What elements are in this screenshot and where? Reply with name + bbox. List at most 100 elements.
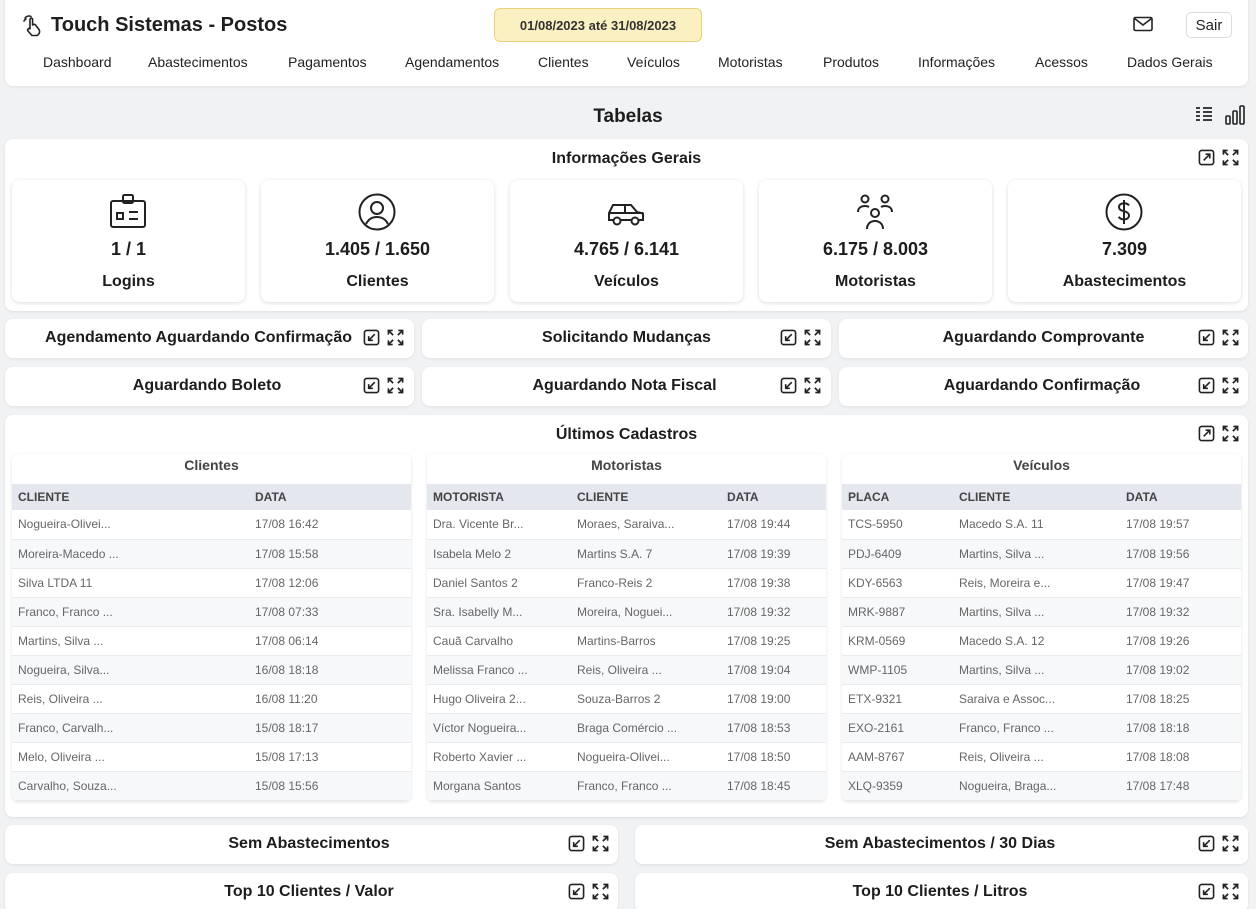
table-cell: Franco, Franco ... <box>12 597 249 627</box>
table-row[interactable]: Franco, Carvalh... 15/08 18:17 <box>12 713 411 743</box>
panel-agendamento[interactable]: Agendamento Aguardando Confirmação <box>5 319 414 358</box>
panel-top-valor[interactable]: Top 10 Clientes / Valor <box>5 873 618 909</box>
expand-icon[interactable] <box>1222 425 1239 442</box>
table-row[interactable]: Nogueira-Olivei... 17/08 16:42 <box>12 510 411 540</box>
panel-nota-fiscal[interactable]: Aguardando Nota Fiscal <box>422 367 831 406</box>
table-row[interactable]: Cauã Carvalho Martins-Barros 17/08 19:25 <box>427 626 826 656</box>
panel-top-litros[interactable]: Top 10 Clientes / Litros <box>635 873 1248 909</box>
collapse-icon[interactable] <box>780 377 797 394</box>
collapse-icon[interactable] <box>568 835 585 852</box>
expand-icon[interactable] <box>592 835 609 852</box>
table-row[interactable]: Franco, Franco ... 17/08 07:33 <box>12 597 411 627</box>
nav-dados-gerais[interactable]: Dados Gerais <box>1127 54 1213 70</box>
table-cell: Saraiva e Assoc... <box>953 684 1120 714</box>
table-row[interactable]: Sra. Isabelly M... Moreira, Noguei... 17/0… <box>427 597 826 627</box>
top-header: Touch Sistemas - Postos 01/08/2023 até 3… <box>5 0 1248 86</box>
open-external-icon[interactable] <box>1198 149 1215 166</box>
expand-icon[interactable] <box>1222 835 1239 852</box>
nav-motoristas[interactable]: Motoristas <box>718 54 783 70</box>
expand-icon[interactable] <box>804 329 821 346</box>
collapse-icon[interactable] <box>1198 835 1215 852</box>
table-row[interactable]: Nogueira, Silva... 16/08 18:18 <box>12 655 411 685</box>
collapse-icon[interactable] <box>568 883 585 900</box>
column-header[interactable]: CLIENTE <box>12 484 249 510</box>
table-row[interactable]: MRK-9887 Martins, Silva ... 17/08 19:32 <box>842 597 1241 627</box>
logout-button[interactable]: Sair <box>1186 12 1232 38</box>
expand-icon[interactable] <box>1222 883 1239 900</box>
panel-sem-abastecimentos[interactable]: Sem Abastecimentos <box>5 825 618 864</box>
table-row[interactable]: TCS-5950 Macedo S.A. 11 17/08 19:57 <box>842 510 1241 540</box>
chart-view-icon[interactable] <box>1224 104 1246 126</box>
column-header[interactable]: DATA <box>1120 484 1241 510</box>
panel-confirmacao[interactable]: Aguardando Confirmação <box>839 367 1248 406</box>
veiculos-label: Veículos <box>594 273 659 290</box>
table-cell: Cauã Carvalho <box>427 626 571 656</box>
nav-dashboard[interactable]: Dashboard <box>43 54 112 70</box>
table-row[interactable]: Melo, Oliveira ... 15/08 17:13 <box>12 742 411 772</box>
table-row[interactable]: PDJ-6409 Martins, Silva ... 17/08 19:56 <box>842 539 1241 569</box>
expand-icon[interactable] <box>1222 329 1239 346</box>
table-row[interactable]: Hugo Oliveira 2... Souza-Barros 2 17/08 19… <box>427 684 826 714</box>
nav-clientes[interactable]: Clientes <box>538 54 589 70</box>
nav-acessos[interactable]: Acessos <box>1035 54 1088 70</box>
table-row[interactable]: Melissa Franco ... Reis, Oliveira ... 17/0… <box>427 655 826 685</box>
nav-pagamentos[interactable]: Pagamentos <box>288 54 367 70</box>
expand-icon[interactable] <box>387 329 404 346</box>
table-row[interactable]: ETX-9321 Saraiva e Assoc... 17/08 18:25 <box>842 684 1241 714</box>
collapse-icon[interactable] <box>363 377 380 394</box>
table-row[interactable]: WMP-1105 Martins, Silva ... 17/08 19:02 <box>842 655 1241 685</box>
column-header[interactable]: DATA <box>249 484 411 510</box>
table-cell: 17/08 19:26 <box>1120 626 1241 656</box>
column-header[interactable]: CLIENTE <box>571 484 721 510</box>
table-row[interactable]: Roberto Xavier ... Nogueira-Olivei... 17/0… <box>427 742 826 772</box>
table-row[interactable]: XLQ-9359 Nogueira, Braga... 17/08 17:48 <box>842 771 1241 801</box>
table-cell: 17/08 19:56 <box>1120 539 1241 569</box>
expand-icon[interactable] <box>804 377 821 394</box>
expand-icon[interactable] <box>1222 149 1239 166</box>
table-row[interactable]: KRM-0569 Macedo S.A. 12 17/08 19:26 <box>842 626 1241 656</box>
brand[interactable]: Touch Sistemas - Postos <box>21 13 287 37</box>
expand-icon[interactable] <box>592 883 609 900</box>
collapse-icon[interactable] <box>780 329 797 346</box>
nav-agendamentos[interactable]: Agendamentos <box>405 54 499 70</box>
collapse-icon[interactable] <box>1198 377 1215 394</box>
nav-veiculos[interactable]: Veículos <box>627 54 680 70</box>
column-header[interactable]: PLACA <box>842 484 953 510</box>
table-row[interactable]: KDY-6563 Reis, Moreira e... 17/08 19:47 <box>842 568 1241 598</box>
list-view-icon[interactable] <box>1194 104 1214 124</box>
table-row[interactable]: Daniel Santos 2 Franco-Reis 2 17/08 19:38 <box>427 568 826 598</box>
table-row[interactable]: Carvalho, Souza... 15/08 15:56 <box>12 771 411 801</box>
column-header[interactable]: CLIENTE <box>953 484 1120 510</box>
expand-icon[interactable] <box>387 377 404 394</box>
nav-abastecimentos[interactable]: Abastecimentos <box>148 54 248 70</box>
expand-icon[interactable] <box>1222 377 1239 394</box>
table-row[interactable]: AAM-8767 Reis, Oliveira ... 17/08 18:08 <box>842 742 1241 772</box>
date-range-picker[interactable]: 01/08/2023 até 31/08/2023 <box>494 8 702 42</box>
table-row[interactable]: Morgana Santos Franco, Franco ... 17/08 18… <box>427 771 826 801</box>
open-external-icon[interactable] <box>1198 425 1215 442</box>
table-cell: 17/08 19:44 <box>721 510 826 540</box>
collapse-icon[interactable] <box>1198 329 1215 346</box>
nav-informacoes[interactable]: Informações <box>918 54 995 70</box>
table-row[interactable]: EXO-2161 Franco, Franco ... 17/08 18:18 <box>842 713 1241 743</box>
table-row[interactable]: Reis, Oliveira ... 16/08 11:20 <box>12 684 411 714</box>
panel-mudancas[interactable]: Solicitando Mudanças <box>422 319 831 358</box>
table-row[interactable]: Moreira-Macedo ... 17/08 15:58 <box>12 539 411 569</box>
column-header[interactable]: DATA <box>721 484 826 510</box>
motoristas-label: Motoristas <box>835 273 916 290</box>
table-row[interactable]: Dra. Vicente Br... Moraes, Saraiva... 17/0… <box>427 510 826 540</box>
panel-agendamento-title: Agendamento Aguardando Confirmação <box>45 329 352 346</box>
mail-icon[interactable] <box>1133 15 1153 33</box>
table-row[interactable]: Martins, Silva ... 17/08 06:14 <box>12 626 411 656</box>
collapse-icon[interactable] <box>363 329 380 346</box>
table-row[interactable]: Isabela Melo 2 Martins S.A. 7 17/08 19:39 <box>427 539 826 569</box>
panel-comprovante[interactable]: Aguardando Comprovante <box>839 319 1248 358</box>
collapse-icon[interactable] <box>1198 883 1215 900</box>
panel-sem-abastecimentos-30[interactable]: Sem Abastecimentos / 30 Dias <box>635 825 1248 864</box>
column-header[interactable]: MOTORISTA <box>427 484 571 510</box>
nav-produtos[interactable]: Produtos <box>823 54 879 70</box>
table-row[interactable]: Silva LTDA 11 17/08 12:06 <box>12 568 411 598</box>
table-row[interactable]: Víctor Nogueira... Braga Comércio ... 17/0… <box>427 713 826 743</box>
panel-boleto[interactable]: Aguardando Boleto <box>5 367 414 406</box>
table-cell: Nogueira-Olivei... <box>571 742 721 772</box>
